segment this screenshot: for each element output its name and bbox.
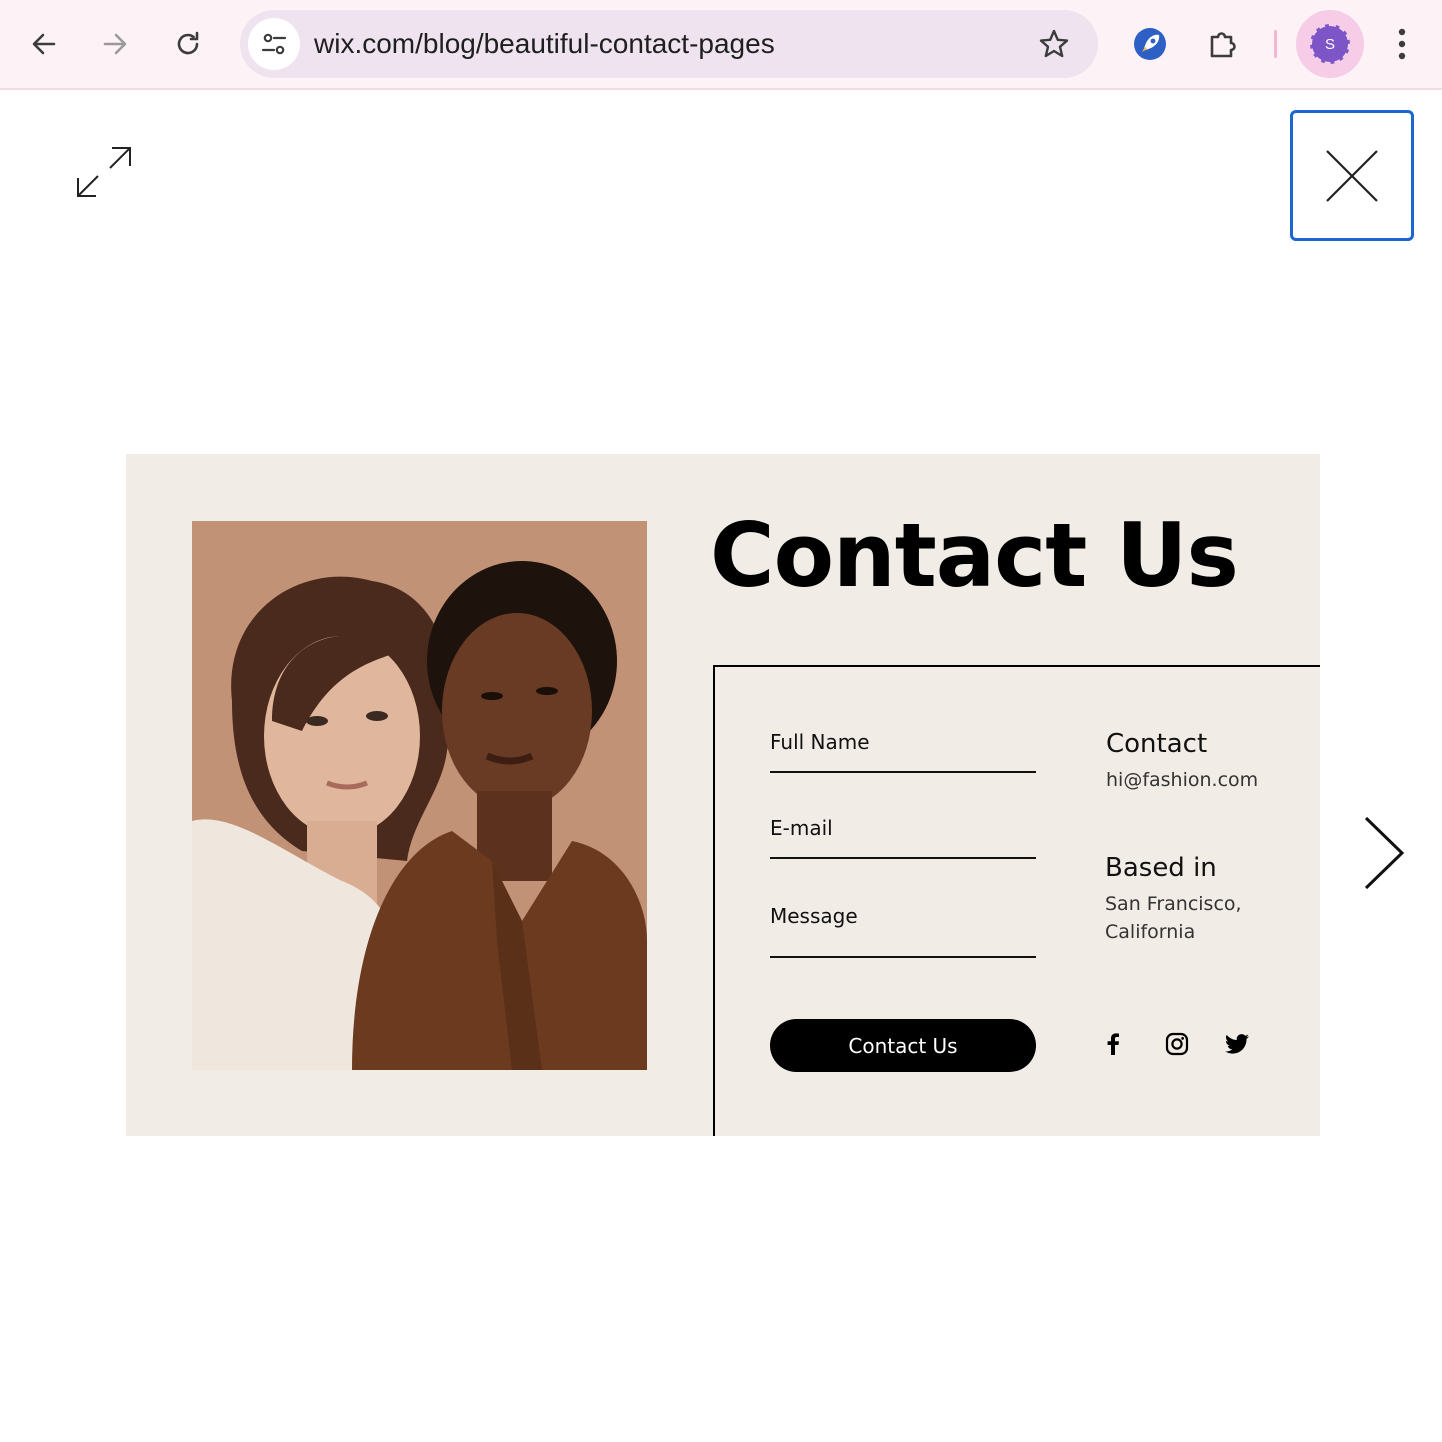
browser-menu-button[interactable]: [1380, 22, 1424, 66]
contact-email: hi@fashion.com: [1106, 769, 1259, 791]
avatar-initial: S: [1324, 35, 1335, 53]
avatar: S: [1310, 24, 1350, 64]
page-title: Contact Us: [710, 504, 1239, 607]
message-field[interactable]: [770, 956, 1036, 958]
browser-toolbar: wix.com/blog/beautiful-contact-pages S: [0, 0, 1442, 90]
forward-button[interactable]: [93, 22, 137, 66]
reload-icon: [177, 31, 199, 55]
full-name-field[interactable]: [770, 771, 1036, 773]
email-field[interactable]: [770, 857, 1036, 859]
contact-form-panel: Full Name E-mail Message Contact Us Cont…: [713, 665, 1320, 1136]
url-text[interactable]: wix.com/blog/beautiful-contact-pages: [314, 28, 775, 60]
puzzle-icon: [1210, 32, 1236, 58]
location-line-1: San Francisco,: [1105, 893, 1242, 915]
message-label: Message: [770, 904, 858, 928]
toolbar-separator: [1274, 30, 1277, 58]
models-photo-art: [192, 521, 647, 1070]
full-name-label: Full Name: [770, 730, 870, 754]
twitter-icon: [1225, 1034, 1249, 1054]
contact-us-button[interactable]: Contact Us: [770, 1019, 1036, 1072]
expand-button[interactable]: [74, 142, 134, 202]
close-icon: [1326, 149, 1378, 202]
expand-icon: [77, 147, 131, 197]
facebook-link: [1098, 1029, 1128, 1059]
twitter-link: [1222, 1029, 1252, 1059]
models-photo: [192, 521, 647, 1070]
tune-icon: [261, 33, 287, 55]
based-in-heading: Based in: [1105, 853, 1217, 883]
bookmark-button[interactable]: [1034, 24, 1074, 64]
facebook-icon: [1107, 1033, 1119, 1055]
contact-heading: Contact: [1106, 729, 1208, 759]
location-line-2: California: [1105, 921, 1196, 943]
site-info-button[interactable]: [248, 18, 300, 70]
back-button[interactable]: [22, 22, 66, 66]
next-slide-button[interactable]: [1358, 812, 1410, 894]
contact-us-button-label: Contact Us: [848, 1033, 958, 1058]
chevron-right-icon: [1364, 816, 1405, 890]
more-vertical-icon: [1398, 28, 1406, 60]
close-button[interactable]: [1290, 110, 1414, 241]
rocket-icon: [1134, 28, 1166, 60]
rocket-extension-button[interactable]: [1128, 22, 1172, 66]
instagram-link: [1162, 1029, 1192, 1059]
slide-image: Contact Us Full Name E-mail Message Cont…: [126, 454, 1320, 1136]
reload-button[interactable]: [166, 22, 210, 66]
arrow-right-icon: [103, 33, 127, 55]
extensions-button[interactable]: [1201, 22, 1245, 66]
profile-button[interactable]: S: [1296, 10, 1364, 78]
arrow-left-icon: [32, 33, 56, 55]
address-bar[interactable]: wix.com/blog/beautiful-contact-pages: [240, 10, 1098, 78]
star-icon: [1039, 29, 1069, 58]
email-label: E-mail: [770, 816, 833, 840]
instagram-icon: [1165, 1032, 1189, 1056]
